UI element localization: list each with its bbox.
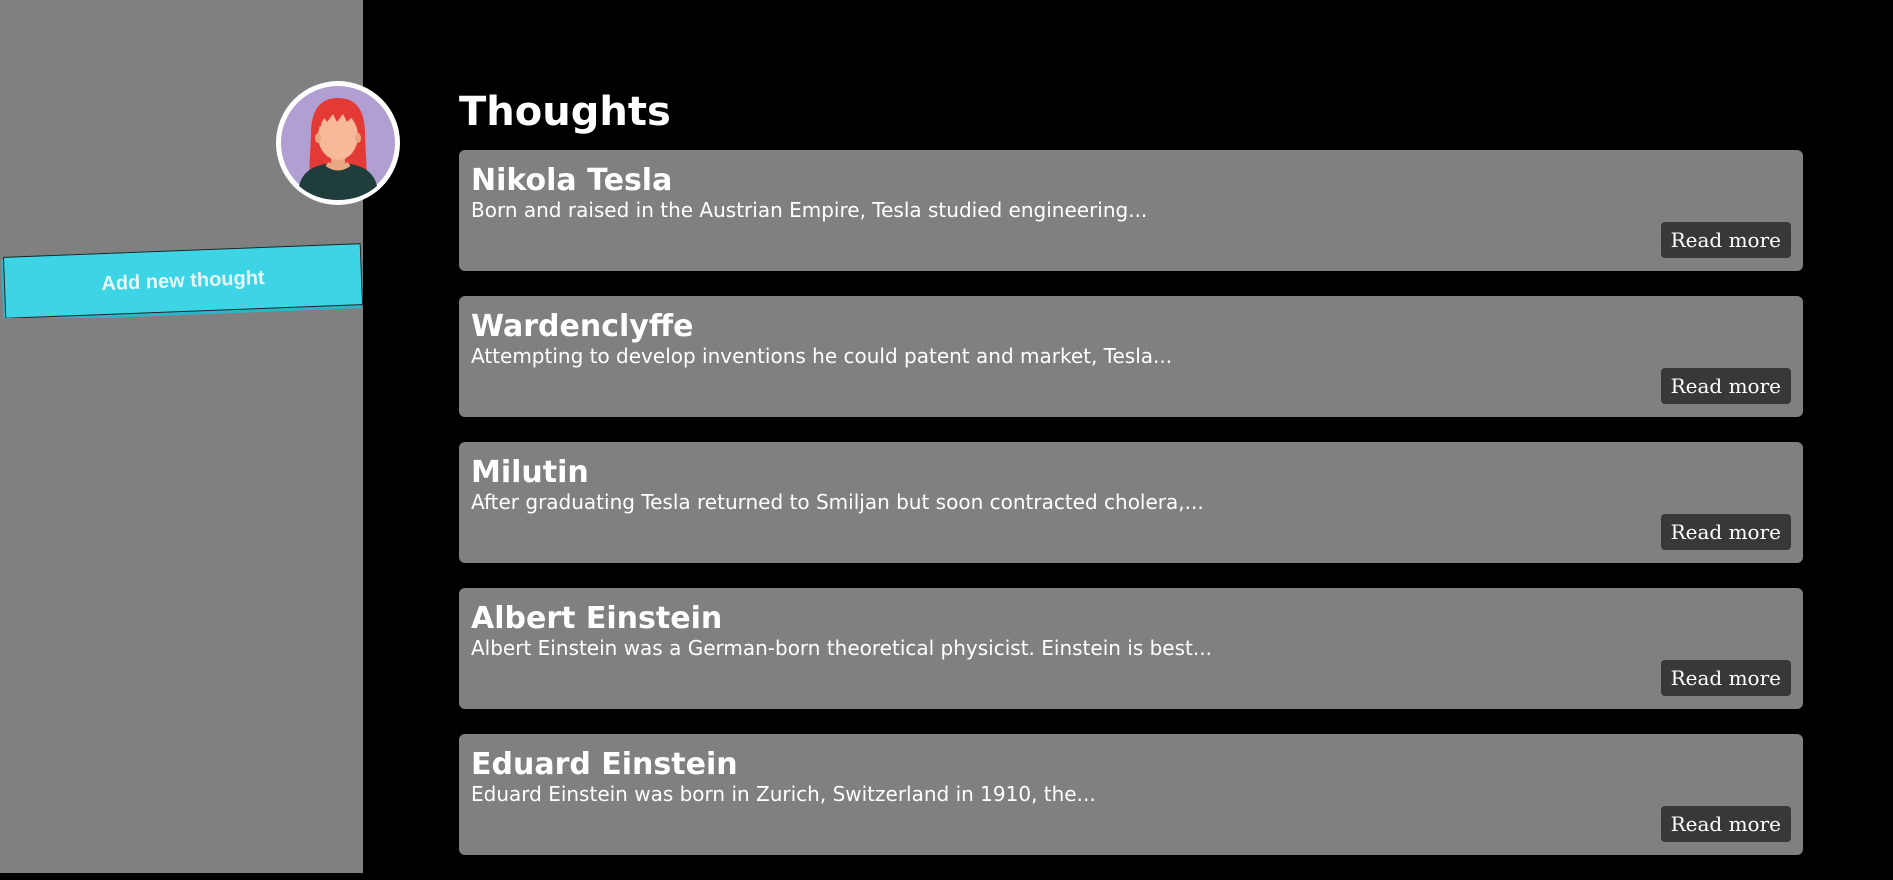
thought-card: Eduard Einstein Eduard Einstein was born…	[459, 734, 1803, 855]
thought-excerpt: Attempting to develop inventions he coul…	[471, 344, 1173, 368]
thought-title: Wardenclyffe	[471, 309, 694, 344]
thought-excerpt: After graduating Tesla returned to Smilj…	[471, 490, 1204, 514]
thought-title: Albert Einstein	[471, 601, 723, 636]
read-more-button[interactable]: Read more	[1660, 368, 1791, 404]
add-thought-wrapper: Add new thought	[0, 238, 366, 318]
page-title: Thoughts	[459, 89, 671, 135]
thought-card: Albert Einstein Albert Einstein was a Ge…	[459, 588, 1803, 709]
add-new-thought-label: Add new thought	[100, 266, 265, 295]
thought-card: Wardenclyffe Attempting to develop inven…	[459, 296, 1803, 417]
thought-excerpt: Eduard Einstein was born in Zurich, Swit…	[471, 782, 1096, 806]
thought-title: Nikola Tesla	[471, 163, 673, 198]
thought-excerpt: Albert Einstein was a German-born theore…	[471, 636, 1212, 660]
thought-card: Nikola Tesla Born and raised in the Aust…	[459, 150, 1803, 271]
thought-title: Milutin	[471, 455, 589, 490]
read-more-button[interactable]: Read more	[1660, 514, 1791, 550]
thought-title: Eduard Einstein	[471, 747, 738, 782]
thought-list: Nikola Tesla Born and raised in the Aust…	[459, 150, 1803, 880]
thought-excerpt: Born and raised in the Austrian Empire, …	[471, 198, 1148, 222]
user-avatar-icon	[281, 86, 395, 200]
thought-card: Milutin After graduating Tesla returned …	[459, 442, 1803, 563]
add-new-thought-button[interactable]: Add new thought	[2, 243, 364, 318]
read-more-button[interactable]: Read more	[1660, 660, 1791, 696]
sidebar: Add new thought	[0, 0, 400, 873]
avatar[interactable]	[276, 81, 400, 205]
read-more-button[interactable]: Read more	[1660, 222, 1791, 258]
read-more-button[interactable]: Read more	[1660, 806, 1791, 842]
